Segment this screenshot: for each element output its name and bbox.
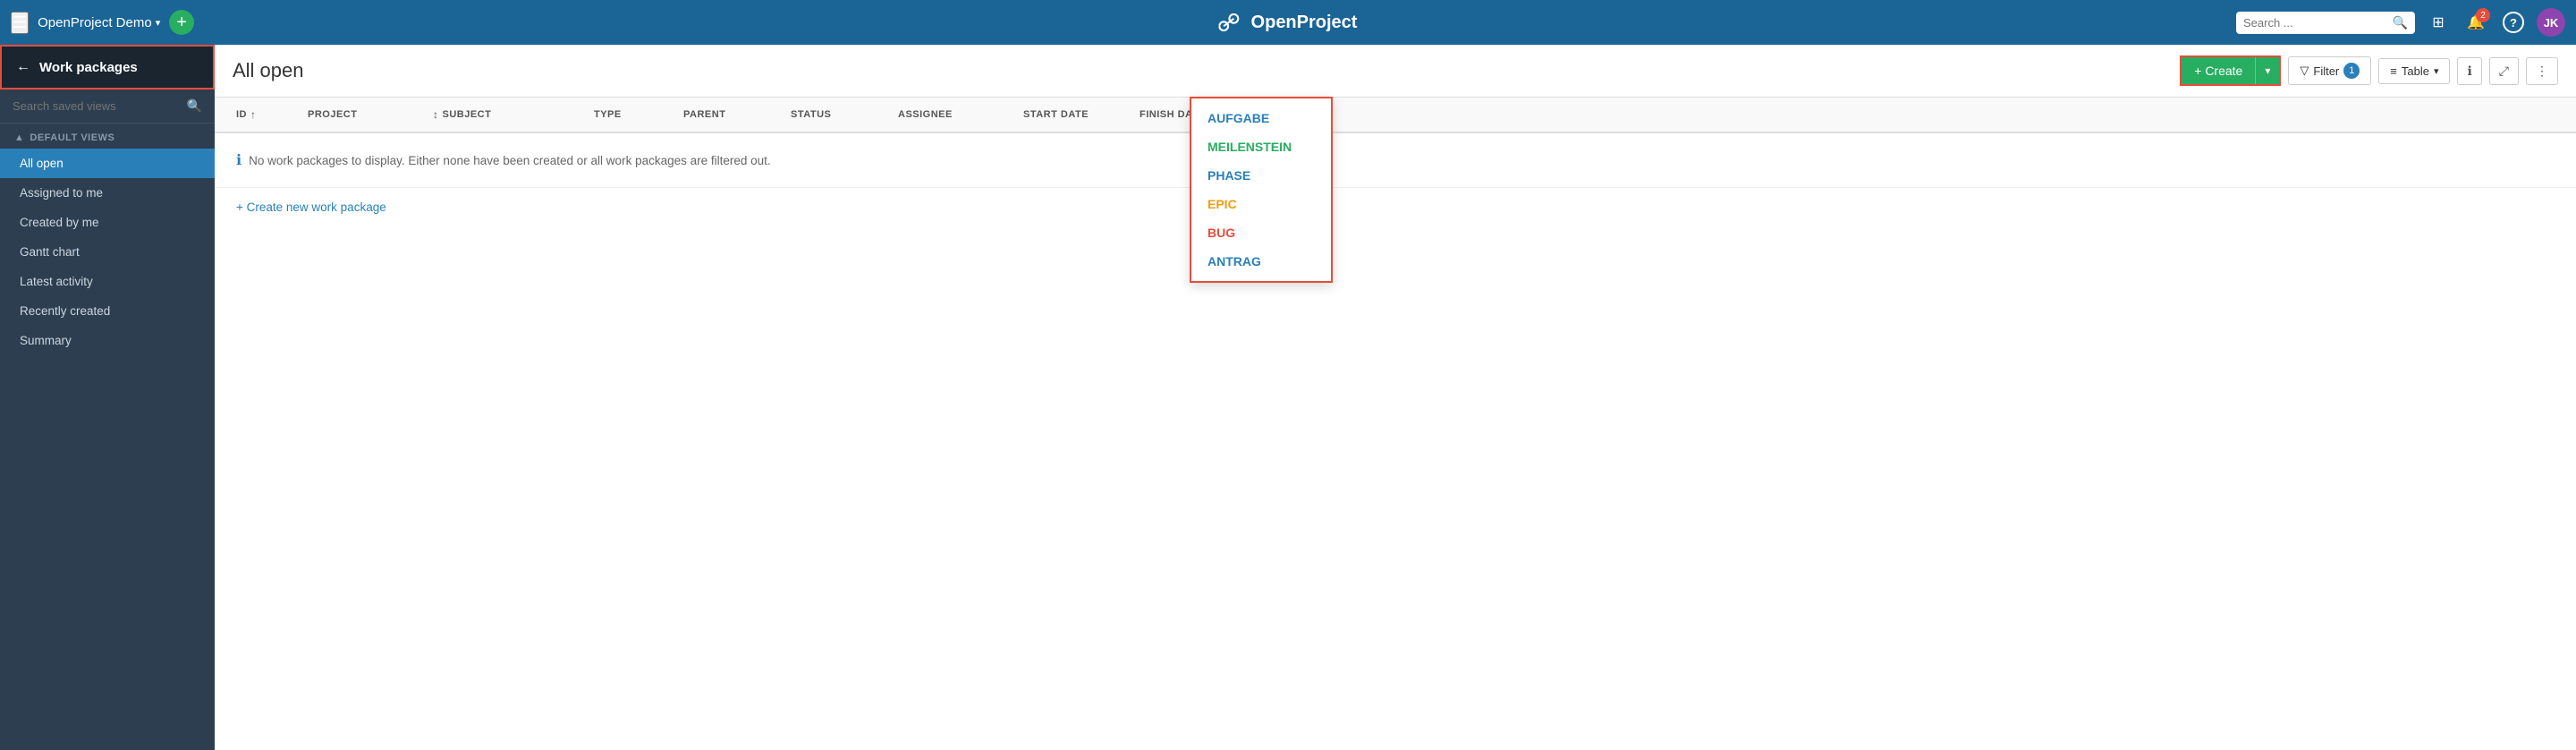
sidebar-item-all-open[interactable]: All open [0,149,215,178]
table-icon: ≡ [2390,64,2397,78]
column-assignee[interactable]: ASSIGNEE [891,98,1016,132]
nav-left: ☰ OpenProject Demo ▾ + [11,10,2227,35]
sidebar-item-recently-created[interactable]: Recently created [0,296,215,326]
column-id[interactable]: ID ↑ [229,98,301,132]
sidebar-item-assigned-to-me[interactable]: Assigned to me [0,178,215,208]
empty-info-icon: ℹ [236,151,242,169]
column-subject[interactable]: ↕ SUBJECT [426,98,587,132]
sidebar-search-container: 🔍 [0,89,215,124]
column-parent[interactable]: PARENT [676,98,784,132]
create-main-button[interactable]: + Create [2182,57,2255,84]
sidebar-search-input[interactable] [13,99,180,113]
global-search[interactable]: 🔍 [2236,12,2415,34]
filter-button[interactable]: ▽ Filter 1 [2288,56,2371,85]
header-actions: + Create ▾ ▽ Filter 1 ≡ Table ▾ ℹ [2180,55,2558,86]
logo-icon [1219,13,1244,31]
notifications-button[interactable]: 🔔 2 [2462,8,2490,37]
help-icon: ? [2503,12,2524,33]
nav-right: 🔍 ⊞ 🔔 2 ? JK [2236,8,2565,37]
sidebar-item-gantt-chart[interactable]: Gantt chart [0,237,215,267]
page-title: All open [233,59,2169,82]
hamburger-button[interactable]: ☰ [11,12,29,34]
sidebar-back-button[interactable]: ← Work packages [0,45,215,89]
notification-badge: 2 [2476,8,2490,22]
back-arrow-icon: ← [16,59,30,75]
sidebar-title: Work packages [39,60,138,75]
column-start-date[interactable]: START DATE [1016,98,1132,132]
sidebar-item-latest-activity[interactable]: Latest activity [0,267,215,296]
main-layout: ← Work packages 🔍 ▲ DEFAULT VIEWS All op… [0,45,2576,750]
top-navigation: ☰ OpenProject Demo ▾ + OpenProject 🔍 ⊞ 🔔… [0,0,2576,45]
info-icon: ℹ [2467,64,2471,78]
more-icon: ⋮ [2536,64,2548,78]
dropdown-item-epic[interactable]: EPIC [1191,190,1331,218]
create-row-label: + Create new work package [236,200,386,214]
create-button-group: + Create ▾ [2180,55,2281,86]
filter-icon: ▽ [2300,64,2309,78]
sidebar-search-icon: 🔍 [187,98,202,114]
fullscreen-icon: ⤢ [2499,64,2509,78]
dropdown-item-antrag[interactable]: ANTRAG [1191,247,1331,276]
avatar[interactable]: JK [2537,8,2565,37]
project-name[interactable]: OpenProject Demo ▾ [38,15,160,30]
table-caret-icon: ▾ [2434,65,2439,77]
content-header: All open + Create ▾ ▽ Filter 1 ≡ Table [215,45,2576,98]
more-options-button[interactable]: ⋮ [2526,57,2558,85]
filter-label: Filter [2313,64,2339,78]
dropdown-item-phase[interactable]: PHASE [1191,161,1331,190]
column-status[interactable]: STATUS [784,98,891,132]
empty-state-text: No work packages to display. Either none… [249,154,771,167]
search-input[interactable] [2243,16,2387,30]
logo-text: OpenProject [1251,13,1358,33]
empty-state-message: ℹ No work packages to display. Either no… [215,133,2576,188]
content-area: All open + Create ▾ ▽ Filter 1 ≡ Table [215,45,2576,750]
dropdown-item-bug[interactable]: BUG [1191,218,1331,247]
logo: OpenProject [1219,13,1358,33]
fullscreen-button[interactable]: ⤢ [2489,57,2519,85]
nav-center: OpenProject [1219,13,1358,33]
search-icon: 🔍 [2393,15,2408,30]
column-project[interactable]: PROJECT [301,98,426,132]
grid-icon: ⊞ [2432,13,2444,31]
new-project-button[interactable]: + [169,10,194,35]
sidebar-item-created-by-me[interactable]: Created by me [0,208,215,237]
create-type-dropdown: AUFGABE MEILENSTEIN PHASE EPIC BUG ANTRA… [1190,97,1333,283]
table-header-row: ID ↑ PROJECT ↕ SUBJECT TYPE PARENT STATU [215,98,2576,133]
sidebar: ← Work packages 🔍 ▲ DEFAULT VIEWS All op… [0,45,215,750]
filter-count-badge: 1 [2343,63,2360,79]
section-caret-icon: ▲ [14,132,24,143]
dropdown-item-aufgabe[interactable]: AUFGABE [1191,104,1331,132]
create-dropdown-button[interactable]: ▾ [2255,57,2279,84]
section-title-label: DEFAULT VIEWS [30,132,114,143]
create-work-package-row[interactable]: + Create new work package [215,188,2576,226]
grid-icon-button[interactable]: ⊞ [2424,8,2453,37]
column-type[interactable]: TYPE [587,98,676,132]
info-button[interactable]: ℹ [2457,57,2481,85]
work-packages-table: ID ↑ PROJECT ↕ SUBJECT TYPE PARENT STATU [215,98,2576,750]
default-views-section[interactable]: ▲ DEFAULT VIEWS [0,124,215,149]
help-button[interactable]: ? [2499,8,2528,37]
sidebar-item-summary[interactable]: Summary [0,326,215,355]
table-label: Table [2402,64,2429,78]
table-view-button[interactable]: ≡ Table ▾ [2378,58,2450,84]
dropdown-item-meilenstein[interactable]: MEILENSTEIN [1191,132,1331,161]
